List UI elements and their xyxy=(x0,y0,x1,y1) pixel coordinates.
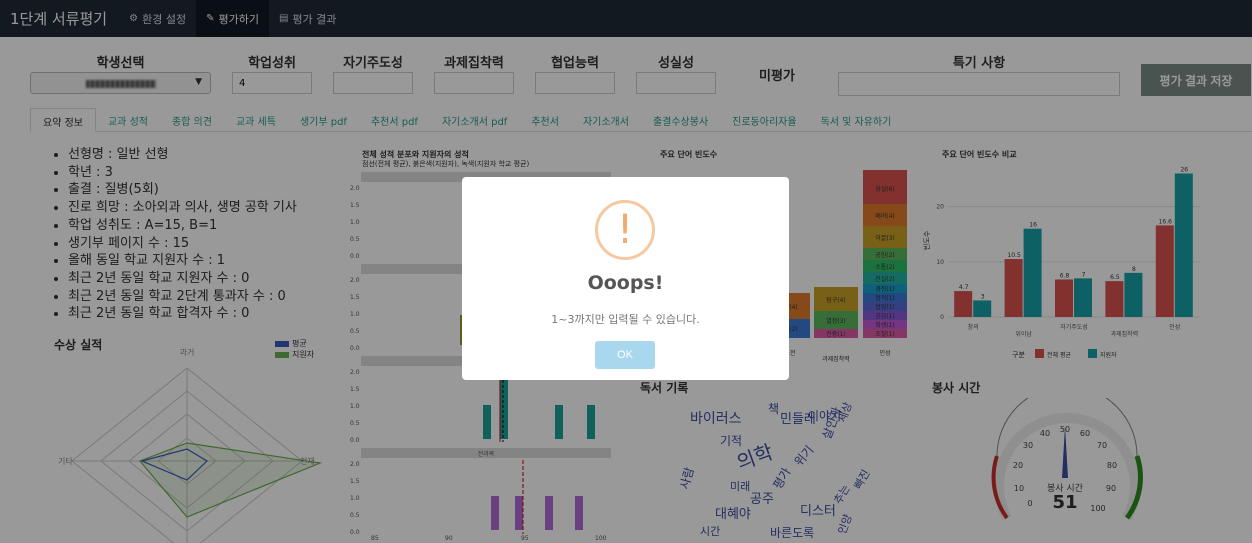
alert-dialog: ! Ooops! 1~3까지만 입력될 수 있습니다. OK xyxy=(462,177,789,380)
alert-message: 1~3까지만 입력될 수 있습니다. xyxy=(551,313,700,326)
ok-button[interactable]: OK xyxy=(595,341,655,369)
alert-title: Ooops! xyxy=(587,272,664,294)
warning-icon: ! xyxy=(595,200,655,260)
